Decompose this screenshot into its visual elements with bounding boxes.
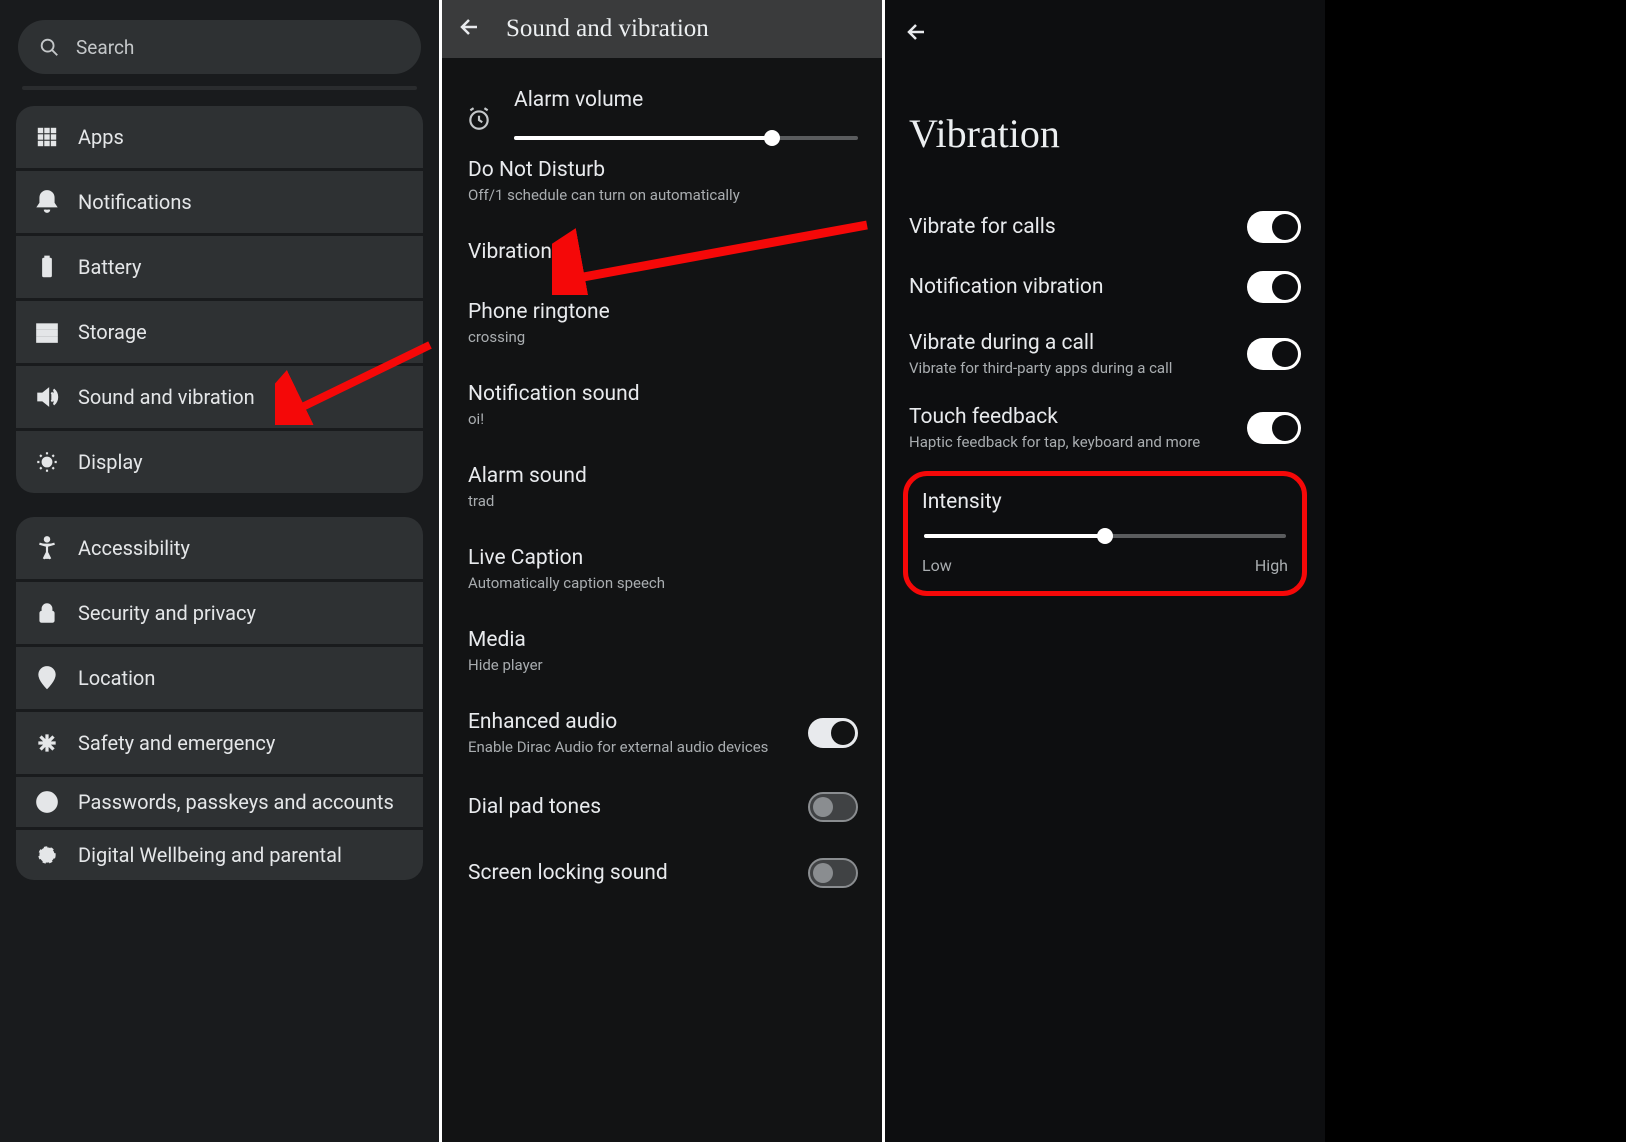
intensity-slider[interactable] xyxy=(924,534,1286,538)
item-vibrate-during-call[interactable]: Vibrate during a call Vibrate for third-… xyxy=(905,317,1305,391)
vibration-panel: Vibration Vibrate for calls Notification… xyxy=(885,0,1325,1142)
alarm-volume-row: Alarm volume xyxy=(466,58,858,140)
lock-icon xyxy=(34,600,60,626)
settings-item-passwords[interactable]: Passwords, passkeys and accounts xyxy=(16,777,423,827)
vibrate-calls-toggle[interactable] xyxy=(1247,211,1301,243)
settings-item-label: Apps xyxy=(78,125,124,149)
accessibility-icon xyxy=(34,535,60,561)
sound-vibration-panel: Sound and vibration Alarm volume Do Not … xyxy=(442,0,882,1142)
scroll-indicator xyxy=(22,86,417,90)
panel2-header: Sound and vibration xyxy=(442,0,882,58)
settings-item-storage[interactable]: Storage xyxy=(16,301,423,363)
settings-item-location[interactable]: Location xyxy=(16,647,423,709)
settings-item-label: Passwords, passkeys and accounts xyxy=(78,790,394,814)
settings-item-safety[interactable]: Safety and emergency xyxy=(16,712,423,774)
settings-item-label: Location xyxy=(78,666,155,690)
storage-icon xyxy=(34,319,60,345)
item-enhanced-audio[interactable]: Enhanced audio Enable Dirac Audio for ex… xyxy=(468,692,858,774)
bell-icon xyxy=(34,189,60,215)
intensity-low-label: Low xyxy=(922,556,952,575)
back-button[interactable] xyxy=(905,20,929,48)
notification-vibration-toggle[interactable] xyxy=(1247,271,1301,303)
item-dial-pad-tones[interactable]: Dial pad tones xyxy=(468,774,858,840)
volume-icon xyxy=(34,384,60,410)
intensity-high-label: High xyxy=(1255,556,1288,575)
settings-item-label: Battery xyxy=(78,255,141,279)
item-notification-sound[interactable]: Notification sound oi! xyxy=(468,364,858,446)
page-title: Vibration xyxy=(909,110,1325,157)
page-title: Sound and vibration xyxy=(506,15,709,43)
search-icon xyxy=(38,36,60,58)
asterisk-icon xyxy=(34,730,60,756)
account-icon xyxy=(34,789,60,815)
settings-item-label: Storage xyxy=(78,320,147,344)
settings-main-panel: Search Apps Notifications Battery Storag… xyxy=(0,0,439,1142)
item-do-not-disturb[interactable]: Do Not Disturb Off/1 schedule can turn o… xyxy=(468,140,858,222)
item-notification-vibration[interactable]: Notification vibration xyxy=(905,257,1305,317)
apps-icon xyxy=(34,124,60,150)
dial-pad-tones-toggle[interactable] xyxy=(808,792,858,822)
settings-item-digital-wellbeing[interactable]: Digital Wellbeing and parental xyxy=(16,830,423,880)
settings-item-label: Display xyxy=(78,450,143,474)
settings-item-sound-vibration[interactable]: Sound and vibration xyxy=(16,366,423,428)
touch-feedback-toggle[interactable] xyxy=(1247,412,1301,444)
settings-item-battery[interactable]: Battery xyxy=(16,236,423,298)
item-alarm-sound[interactable]: Alarm sound trad xyxy=(468,446,858,528)
settings-group-2: Accessibility Security and privacy Locat… xyxy=(16,517,423,880)
settings-item-apps[interactable]: Apps xyxy=(16,106,423,168)
settings-item-security[interactable]: Security and privacy xyxy=(16,582,423,644)
item-phone-ringtone[interactable]: Phone ringtone crossing xyxy=(468,282,858,364)
alarm-icon xyxy=(466,106,492,132)
search-input[interactable]: Search xyxy=(18,20,421,74)
alarm-volume-label: Alarm volume xyxy=(514,88,858,112)
alarm-volume-slider[interactable] xyxy=(514,136,858,140)
settings-item-label: Security and privacy xyxy=(78,601,256,625)
search-placeholder: Search xyxy=(76,36,134,59)
settings-item-accessibility[interactable]: Accessibility xyxy=(16,517,423,579)
item-media[interactable]: Media Hide player xyxy=(468,610,858,692)
item-live-caption[interactable]: Live Caption Automatically caption speec… xyxy=(468,528,858,610)
item-vibration[interactable]: Vibration xyxy=(468,222,858,282)
intensity-highlight-box: Intensity Low High xyxy=(903,471,1307,596)
wellbeing-icon xyxy=(34,842,60,868)
battery-icon xyxy=(34,254,60,280)
settings-item-label: Accessibility xyxy=(78,536,190,560)
enhanced-audio-toggle[interactable] xyxy=(808,718,858,748)
brightness-icon xyxy=(34,449,60,475)
screen-locking-sound-toggle[interactable] xyxy=(808,858,858,888)
settings-group-1: Apps Notifications Battery Storage Sound… xyxy=(16,106,423,493)
settings-item-label: Safety and emergency xyxy=(78,731,275,755)
item-vibrate-for-calls[interactable]: Vibrate for calls xyxy=(905,197,1305,257)
location-icon xyxy=(34,665,60,691)
item-screen-locking-sound[interactable]: Screen locking sound xyxy=(468,840,858,906)
settings-item-label: Sound and vibration xyxy=(78,385,255,409)
settings-item-label: Notifications xyxy=(78,190,192,214)
settings-item-notifications[interactable]: Notifications xyxy=(16,171,423,233)
settings-item-label: Digital Wellbeing and parental xyxy=(78,843,342,867)
vibrate-during-call-toggle[interactable] xyxy=(1247,338,1301,370)
intensity-label: Intensity xyxy=(922,490,1288,514)
item-touch-feedback[interactable]: Touch feedback Haptic feedback for tap, … xyxy=(905,391,1305,465)
settings-item-display[interactable]: Display xyxy=(16,431,423,493)
back-button[interactable] xyxy=(458,15,482,43)
